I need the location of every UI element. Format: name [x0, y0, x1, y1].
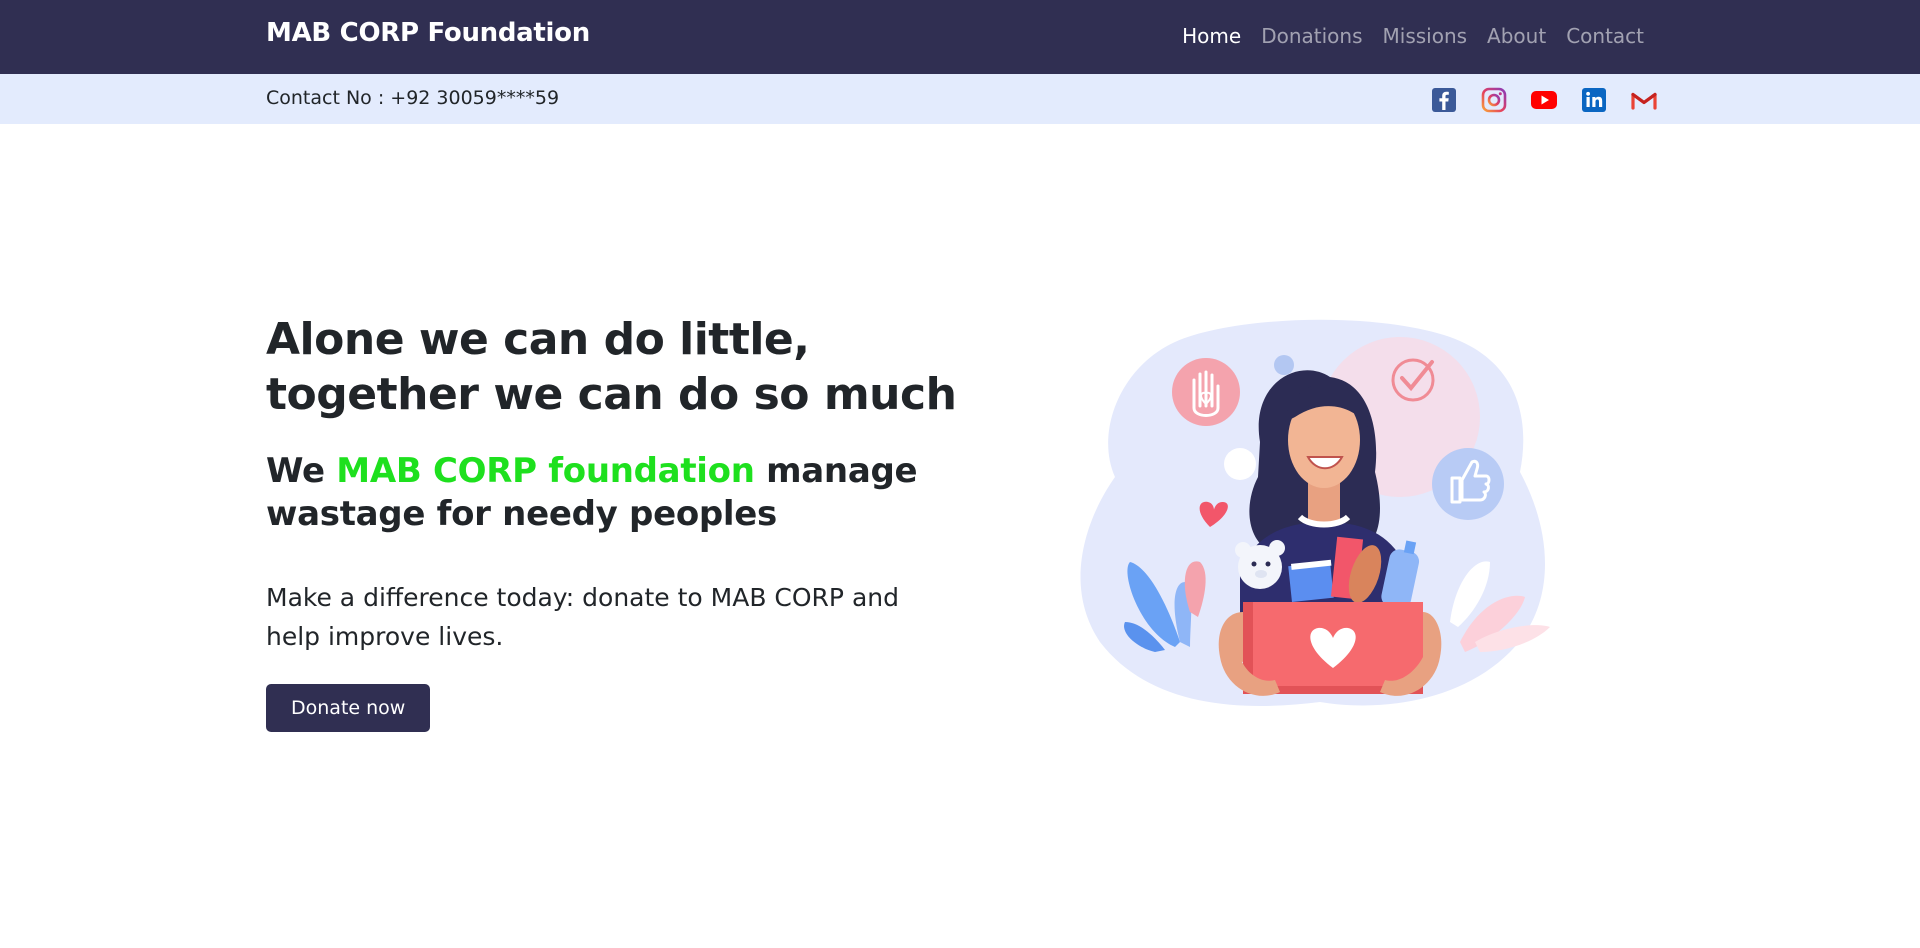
headline-line-1: Alone we can do little,: [266, 314, 810, 365]
nav-link-missions[interactable]: Missions: [1383, 24, 1468, 48]
hero-text: Alone we can do little, together we can …: [266, 312, 966, 732]
nav-link-about[interactable]: About: [1487, 24, 1546, 48]
nav-link-donations[interactable]: Donations: [1261, 24, 1362, 48]
donation-illustration: [1080, 312, 1560, 722]
contact-number: Contact No : +92 30059****59: [266, 87, 560, 109]
gmail-icon[interactable]: [1630, 86, 1658, 114]
nav-links: Home Donations Missions About Contact: [1182, 24, 1644, 48]
contact-bar: Contact No : +92 30059****59: [0, 74, 1920, 124]
brand-logo-text[interactable]: MAB CORP Foundation: [266, 18, 590, 48]
hero-lead-text: Make a difference today: donate to MAB C…: [266, 583, 899, 651]
headline-line-2: together we can do so much: [266, 369, 957, 420]
social-links: [1430, 86, 1658, 114]
youtube-icon[interactable]: [1530, 86, 1558, 114]
hero-subheading: We MAB CORP foundation manage wastage fo…: [266, 450, 966, 536]
instagram-icon[interactable]: [1480, 86, 1508, 114]
navbar: MAB CORP Foundation Home Donations Missi…: [0, 0, 1920, 74]
linkedin-icon[interactable]: [1580, 86, 1608, 114]
subhead-accent: MAB CORP foundation: [336, 451, 755, 491]
facebook-icon[interactable]: [1430, 86, 1458, 114]
subhead-prefix: We: [266, 451, 337, 491]
nav-link-home[interactable]: Home: [1182, 24, 1241, 48]
hero-headline: Alone we can do little, together we can …: [266, 312, 966, 422]
nav-link-contact[interactable]: Contact: [1566, 24, 1644, 48]
donate-now-button[interactable]: Donate now: [266, 684, 431, 732]
